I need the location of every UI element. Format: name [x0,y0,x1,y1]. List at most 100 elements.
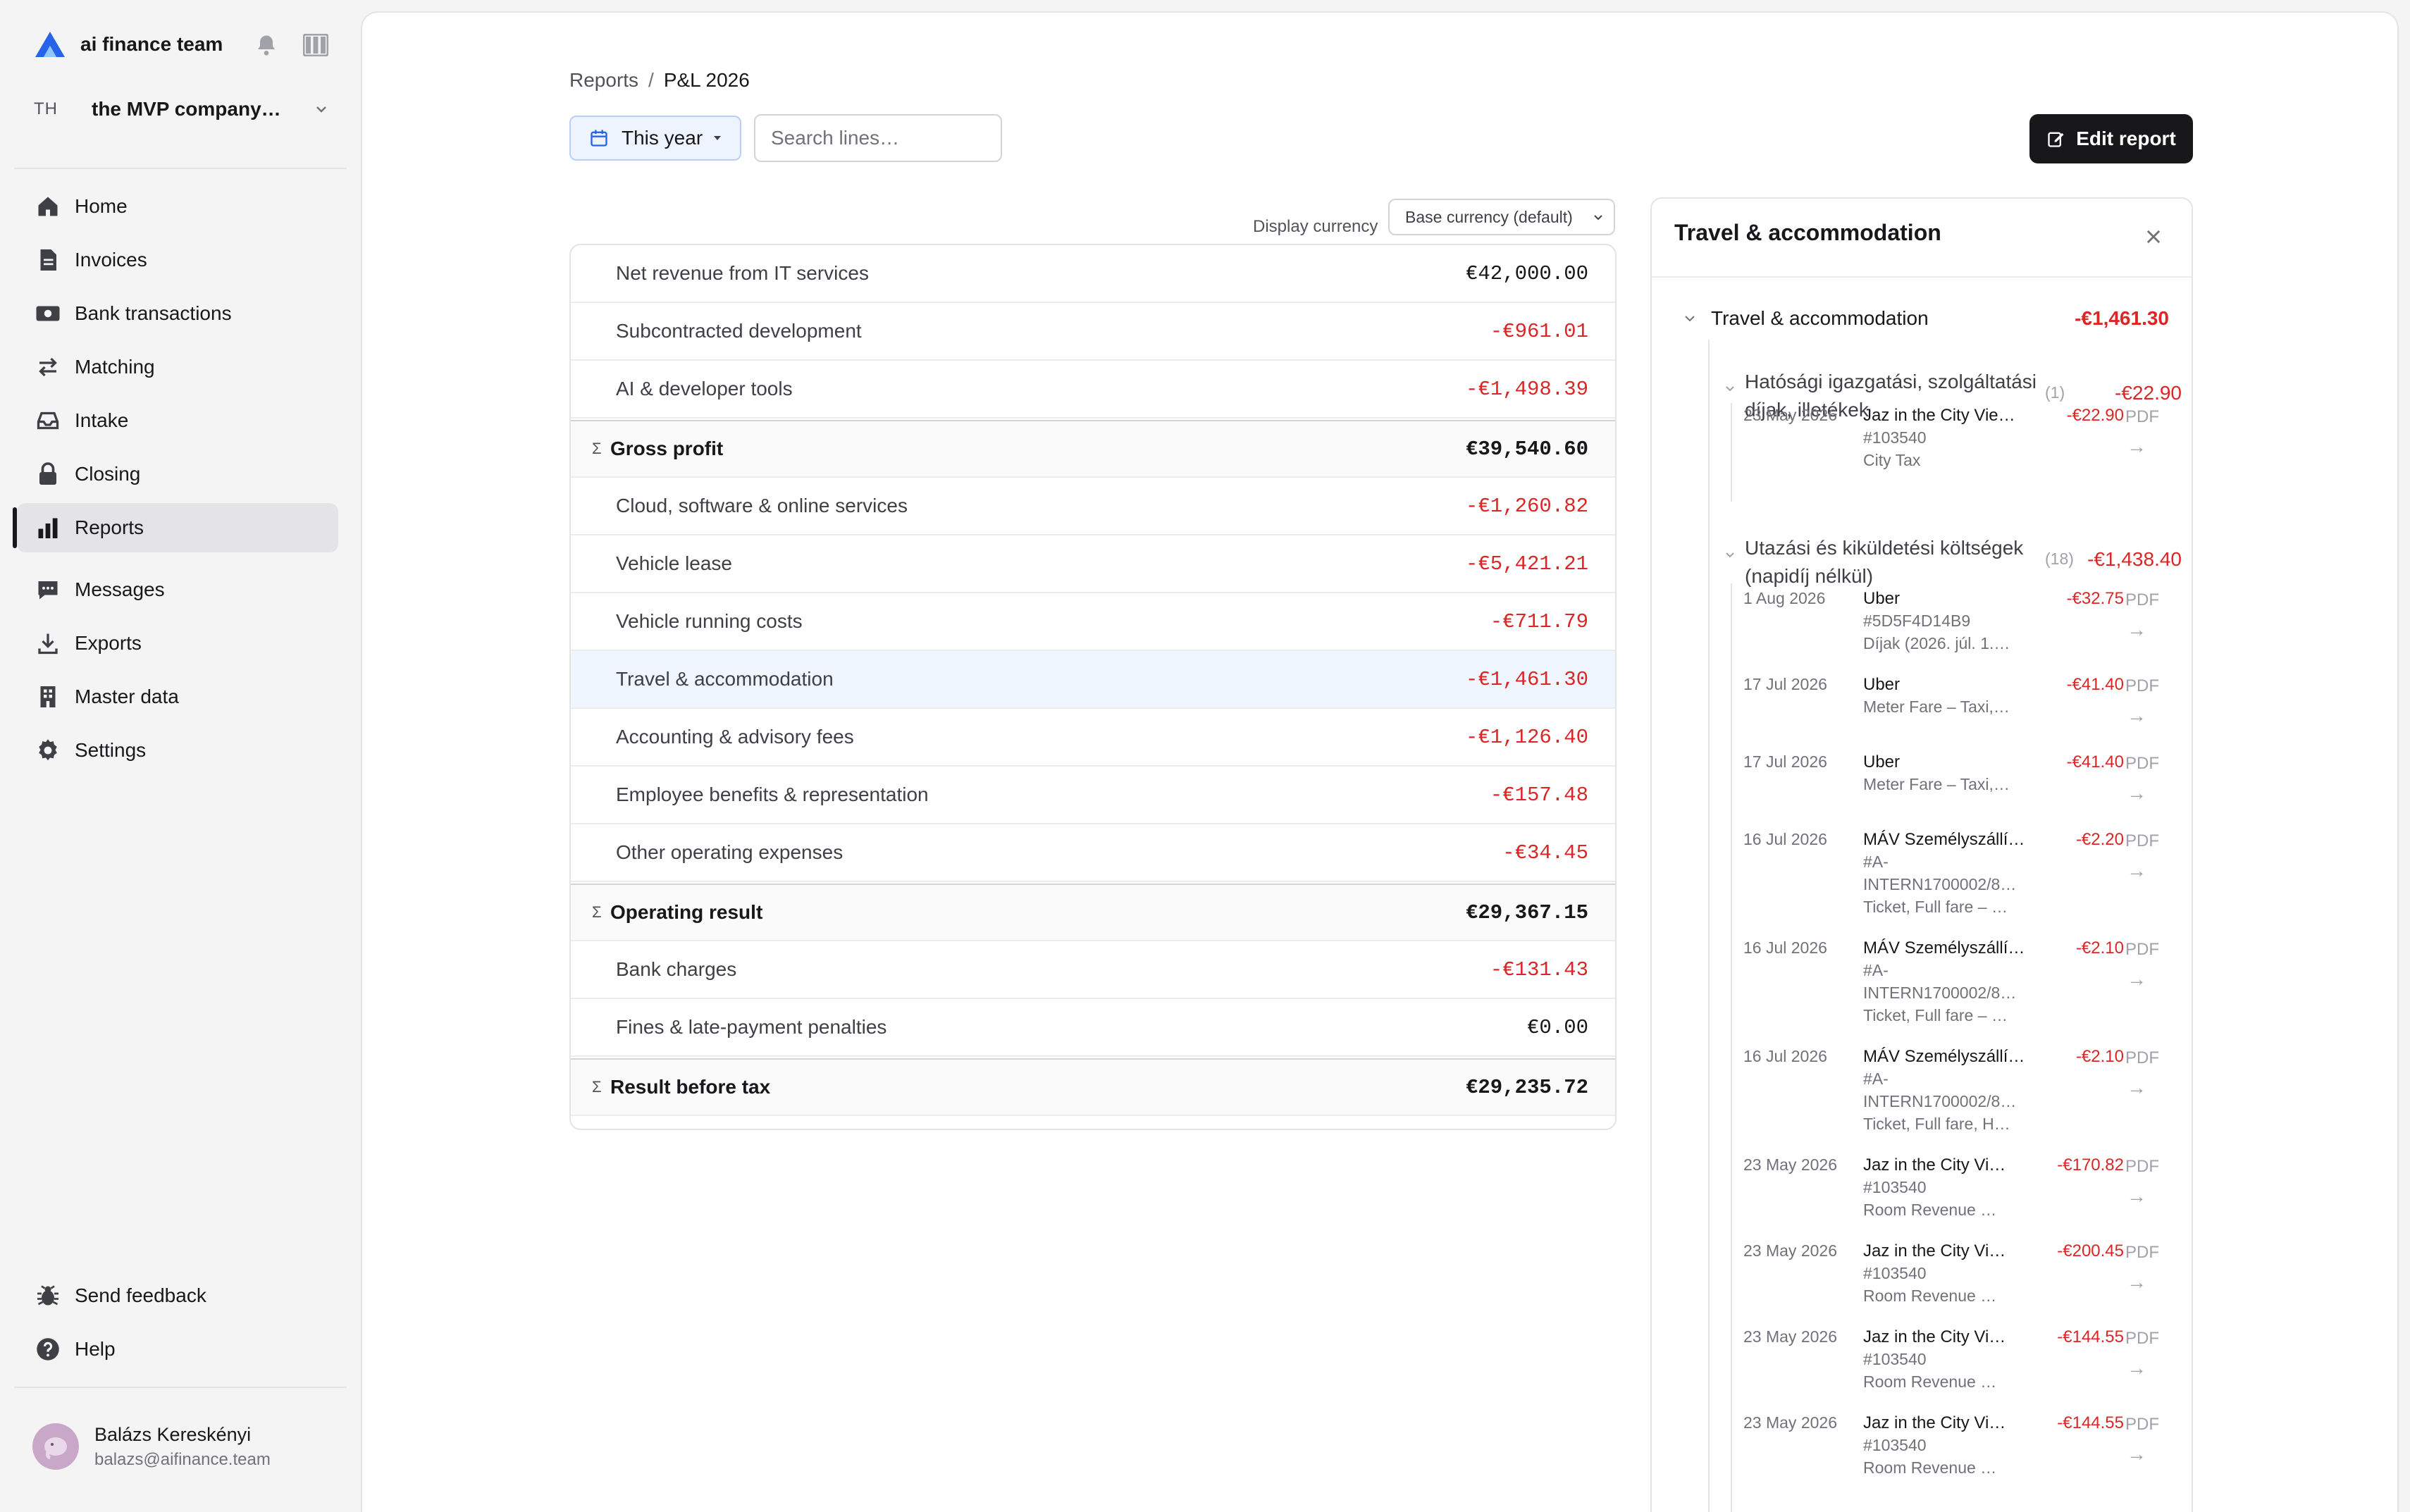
transaction-date: 17 Jul 2026 [1743,675,1827,693]
row-value: €29,235.72 [1465,1075,1588,1099]
company-switcher[interactable]: TH the MVP company… [34,92,330,127]
detail-panel: Travel & accommodation Travel & accommod… [1650,197,2193,1512]
transaction-description: Room Revenue … [1863,1287,1997,1305]
breadcrumb-reports[interactable]: Reports [569,69,638,92]
transaction-reference: #103540 [1863,1436,1927,1454]
chevron-down-icon [1594,215,1602,221]
arrow-right-icon[interactable]: → [2127,1077,2146,1099]
avatar [32,1423,79,1470]
edit-pencil-icon [2048,132,2064,147]
transaction-description: Ticket, Full fare – H… [1863,898,2018,916]
transaction-vendor: MÁV Személyszállí… [1863,938,2025,958]
transaction-reference: #103540 [1863,1350,1927,1368]
pdf-link[interactable]: PDF [2125,1329,2159,1349]
nav-item-messages[interactable]: Messages [17,565,338,614]
report-line-row[interactable]: Bank charges -€131.43 [571,941,1615,999]
bar-chart-icon [38,518,58,538]
nav-item-reports[interactable]: Reports [13,503,338,552]
report-total-row[interactable]: Σ Result before tax €29,235.72 [571,1058,1615,1116]
report-line-row[interactable]: Vehicle running costs -€711.79 [571,593,1615,651]
pdf-link[interactable]: PDF [2125,754,2159,774]
pdf-link[interactable]: PDF [2125,1243,2159,1263]
arrow-right-icon[interactable]: → [2127,860,2146,882]
report-line-row[interactable]: Subcontracted development -€961.01 [571,303,1615,361]
arrow-right-icon[interactable]: → [2127,435,2146,458]
subgroup-value: -€1,438.40 [2087,548,2182,570]
pdf-link[interactable]: PDF [2125,831,2159,851]
row-label: Result before tax [610,1076,771,1098]
columns-layout-icon[interactable] [303,34,328,56]
pdf-link[interactable]: PDF [2125,590,2159,610]
pdf-link[interactable]: PDF [2125,1048,2159,1068]
edit-report-label: Edit report [2076,128,2176,149]
nav-item-help[interactable]: Help [17,1325,338,1374]
transaction-date: 23 May 2026 [1743,1413,1837,1432]
row-label: Employee benefits & representation [616,783,929,805]
period-select-button[interactable]: This year [569,116,741,161]
transaction-description: INTERN1700002/81507 [1863,1092,2018,1110]
nav-item-home[interactable]: Home [17,182,338,231]
transaction-amount: -€144.55 [2057,1413,2124,1432]
sigma-icon: Σ [592,1078,602,1096]
banknote-icon [36,306,60,321]
report-line-row[interactable]: Fines & late-payment penalties €0.00 [571,999,1615,1057]
close-icon[interactable] [2144,227,2163,247]
row-value: €0.00 [1526,1015,1588,1039]
arrow-right-icon[interactable]: → [2127,968,2146,991]
nav-item-invoices[interactable]: Invoices [17,235,338,285]
nav-item-send-feedback[interactable]: Send feedback [17,1271,338,1320]
row-label: Other operating expenses [616,841,844,863]
report-total-row[interactable]: Σ Gross profit €39,540.60 [571,420,1615,478]
bell-icon[interactable] [254,32,279,58]
transaction-description: Díjak (2026. júl. 1.… [1863,634,2010,652]
nav-item-master-data[interactable]: Master data [17,672,338,721]
report-line-row[interactable]: Travel & accommodation -€1,461.30 [571,651,1615,709]
arrows-exchange-icon [39,357,57,377]
report-line-row[interactable]: AI & developer tools -€1,498.39 [571,361,1615,419]
company-name: the MVP company… [92,98,281,120]
pdf-link[interactable]: PDF [2125,940,2159,960]
nav-item-intake[interactable]: Intake [17,396,338,445]
arrow-right-icon[interactable]: → [2127,619,2146,641]
nav-item-exports[interactable]: Exports [17,619,338,668]
nav-label-matching: Matching [75,356,155,378]
company-initials: TH [34,99,58,118]
report-line-row[interactable]: Vehicle lease -€5,421.21 [571,535,1615,593]
user-profile[interactable]: Balázs Kereskényi balazs@aifinance.team [32,1423,271,1470]
pdf-link[interactable]: PDF [2125,407,2159,427]
pdf-link[interactable]: PDF [2125,676,2159,696]
transaction-vendor: Jaz in the City Vi… [1863,1155,2006,1175]
row-label: Travel & accommodation [616,668,834,690]
arrow-right-icon[interactable]: → [2127,782,2146,805]
transaction-amount: -€170.82 [2057,1155,2124,1175]
nav-item-bank-transactions[interactable]: Bank transactions [17,289,338,338]
report-line-row[interactable]: Cloud, software & online services -€1,260… [571,478,1615,535]
nav-item-settings[interactable]: Settings [17,726,338,775]
report-line-row[interactable]: Net revenue from IT services €42,000.00 [571,245,1615,303]
brand-logo-icon [35,32,65,57]
pdf-link[interactable]: PDF [2125,1157,2159,1177]
transaction-amount: -€41.40 [2066,752,2124,772]
account-group-row[interactable]: Travel & accommodation -€1,461.30 [1683,304,2169,333]
currency-select[interactable]: Base currency (default) [1388,199,1615,235]
report-line-row[interactable]: Other operating expenses -€34.45 [571,824,1615,882]
brand[interactable]: ai finance team [34,28,223,61]
transaction-vendor: MÁV Személyszállí… [1863,830,2025,849]
arrow-right-icon[interactable]: → [2127,1271,2146,1294]
arrow-right-icon[interactable]: → [2127,1357,2146,1380]
user-email: balazs@aifinance.team [94,1449,271,1469]
pdf-link[interactable]: PDF [2125,1415,2159,1434]
edit-report-button[interactable]: Edit report [2029,114,2193,163]
arrow-right-icon[interactable]: → [2127,1185,2146,1208]
row-label: Cloud, software & online services [616,495,908,516]
report-line-row[interactable]: Employee benefits & representation -€157.… [571,767,1615,824]
chevron-down-icon [1685,316,1695,322]
nav-item-matching[interactable]: Matching [17,342,338,392]
sidebar-footer-divider [14,1387,347,1388]
search-input[interactable] [754,114,1002,162]
arrow-right-icon[interactable]: → [2127,1443,2146,1465]
report-line-row[interactable]: Accounting & advisory fees -€1,126.40 [571,709,1615,767]
arrow-right-icon[interactable]: → [2127,705,2146,727]
report-total-row[interactable]: Σ Operating result €29,367.15 [571,884,1615,941]
nav-item-closing[interactable]: Closing [17,450,338,499]
